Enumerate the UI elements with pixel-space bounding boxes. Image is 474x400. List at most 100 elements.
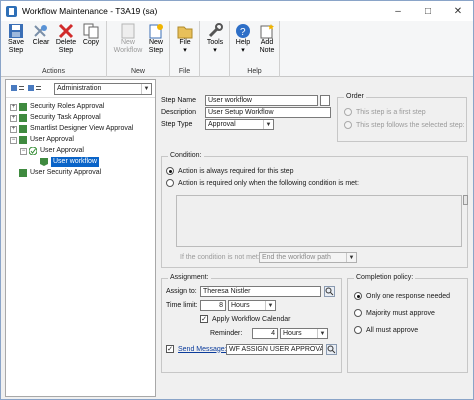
- delete-step-label: Delete Step: [55, 39, 77, 54]
- copy-button[interactable]: Copy: [79, 22, 103, 47]
- new-workflow-icon: [119, 23, 137, 39]
- app-icon: [6, 5, 17, 17]
- workflow-icon: [19, 169, 27, 177]
- all-approve-radio[interactable]: All must approve: [354, 326, 418, 334]
- close-icon[interactable]: ✕: [443, 1, 473, 21]
- file-group-label: File: [178, 68, 191, 75]
- assignment-legend: Assignment:: [168, 274, 211, 281]
- tools-dropdown-arrow-icon: ▾: [213, 47, 217, 54]
- new-step-button[interactable]: New Step: [144, 22, 168, 55]
- message-lookup-button[interactable]: [326, 344, 337, 355]
- tree-item-smartlist-designer-view-approval[interactable]: + Smartlist Designer View Approval: [10, 124, 133, 134]
- tree-item-security-roles-approval[interactable]: + Security Roles Approval: [10, 102, 104, 112]
- radio-icon: [354, 292, 362, 300]
- new-step-label: New Step: [148, 39, 164, 54]
- step-type-select[interactable]: Approval ▼: [205, 119, 274, 130]
- condition-editor[interactable]: [176, 195, 462, 247]
- workflow-maintenance-window: Workflow Maintenance - T3A19 (sa) – □ ✕ …: [0, 0, 474, 400]
- send-message-checkbox[interactable]: ✓ Send Message:: [166, 345, 227, 353]
- tree-item-user-approval-child[interactable]: − User Approval: [20, 146, 84, 156]
- step-type-value: Approval: [208, 121, 236, 128]
- follows-step-radio[interactable]: This step follows the selected step:: [344, 121, 465, 129]
- not-met-select[interactable]: End the workflow path ▼: [259, 252, 357, 263]
- step-name-label: Step Name: [161, 97, 197, 104]
- new-group: New Workflow New Step New: [107, 21, 170, 77]
- workflow-tree-panel: Administration ▼ + Security Roles Approv…: [5, 79, 156, 397]
- minimize-icon[interactable]: –: [383, 1, 413, 21]
- send-message-field[interactable]: WF ASSIGN USER APPROVAL*: [226, 344, 323, 355]
- majority-radio[interactable]: Majority must approve: [354, 309, 435, 317]
- tools-icon: [206, 23, 224, 39]
- new-workflow-button[interactable]: New Workflow: [113, 22, 143, 55]
- time-limit-field[interactable]: 8: [200, 300, 226, 311]
- reminder-field[interactable]: 4: [252, 328, 278, 339]
- time-limit-unit: Hours: [231, 302, 250, 309]
- tree-filter-value: Administration: [57, 85, 102, 92]
- time-limit-label: Time limit:: [166, 302, 198, 309]
- majority-label: Majority must approve: [366, 309, 435, 317]
- tree-item-security-task-approval[interactable]: + Security Task Approval: [10, 113, 101, 123]
- apply-calendar-checkbox[interactable]: ✓ Apply Workflow Calendar: [200, 315, 290, 323]
- collapse-icon[interactable]: −: [10, 136, 17, 144]
- tree-view-toggle-icon[interactable]: [10, 83, 42, 95]
- all-approve-label: All must approve: [366, 326, 419, 334]
- add-note-icon: [258, 23, 276, 39]
- note-icon[interactable]: [320, 95, 330, 106]
- file-label: File: [179, 39, 191, 46]
- checkbox-checked-icon: ✓: [200, 315, 208, 323]
- tree-item-user-approval[interactable]: − User Approval: [10, 135, 74, 145]
- send-message-link[interactable]: Send Message:: [178, 346, 227, 353]
- collapse-icon[interactable]: −: [20, 147, 27, 155]
- description-field[interactable]: User Setup Workflow: [205, 107, 331, 118]
- condition-editor-button[interactable]: [463, 195, 468, 205]
- assign-to-field[interactable]: Theresa Nistler: [200, 286, 321, 297]
- tree-item-user-security-approval[interactable]: User Security Approval: [10, 168, 101, 178]
- time-limit-unit-select[interactable]: Hours ▼: [228, 300, 276, 311]
- not-met-value: End the workflow path: [262, 254, 331, 261]
- chevron-down-icon: ▼: [141, 84, 151, 94]
- always-required-radio[interactable]: Action is always required for this step: [166, 167, 294, 175]
- clear-button[interactable]: Clear: [29, 22, 53, 47]
- step-name-field[interactable]: User workflow: [205, 95, 318, 106]
- tools-button[interactable]: Tools ▾: [203, 22, 227, 55]
- assign-lookup-button[interactable]: [324, 286, 335, 297]
- delete-step-button[interactable]: Delete Step: [54, 22, 78, 55]
- new-step-icon: [147, 23, 165, 39]
- tree-item-label: Security Roles Approval: [30, 103, 105, 110]
- follows-step-label: This step follows the selected step:: [356, 121, 465, 129]
- add-note-button[interactable]: Add Note: [255, 22, 279, 55]
- file-button[interactable]: File ▾: [173, 22, 197, 55]
- save-icon: [7, 23, 25, 39]
- first-step-radio[interactable]: This step is a first step: [344, 108, 426, 116]
- radio-icon: [354, 309, 362, 317]
- maximize-icon[interactable]: □: [413, 1, 443, 21]
- reminder-unit-select[interactable]: Hours ▼: [280, 328, 328, 339]
- clear-label: Clear: [32, 39, 50, 46]
- add-note-label: Add Note: [259, 39, 275, 54]
- condition-required-radio[interactable]: Action is required only when the followi…: [166, 179, 359, 187]
- radio-icon: [166, 179, 174, 187]
- ribbon: Save Step Clear Delete Step Copy Actions…: [1, 21, 473, 77]
- tree-header: Administration ▼: [6, 80, 155, 98]
- new-workflow-label: New Workflow: [113, 39, 143, 54]
- one-response-radio[interactable]: Only one response needed: [354, 292, 450, 300]
- radio-icon: [344, 108, 352, 116]
- help-label: Help: [235, 39, 251, 46]
- save-step-button[interactable]: Save Step: [4, 22, 28, 55]
- help-button[interactable]: ? Help ▾: [231, 22, 255, 55]
- clear-icon: [32, 23, 50, 39]
- tree-item-user-workflow[interactable]: User workflow: [40, 157, 99, 167]
- tree-item-label: Security Task Approval: [30, 114, 101, 121]
- chevron-down-icon: ▼: [263, 120, 273, 129]
- search-icon: [325, 287, 334, 296]
- expand-icon[interactable]: +: [10, 125, 17, 133]
- chevron-down-icon: ▼: [265, 301, 275, 310]
- tools-group: Tools ▾: [200, 21, 230, 77]
- radio-icon: [354, 326, 362, 334]
- condition-required-label: Action is required only when the followi…: [178, 179, 359, 187]
- radio-icon: [166, 167, 174, 175]
- tree-filter-select[interactable]: Administration ▼: [54, 83, 152, 95]
- expand-icon[interactable]: +: [10, 114, 17, 122]
- expand-icon[interactable]: +: [10, 103, 17, 111]
- workflow-icon: [19, 136, 27, 144]
